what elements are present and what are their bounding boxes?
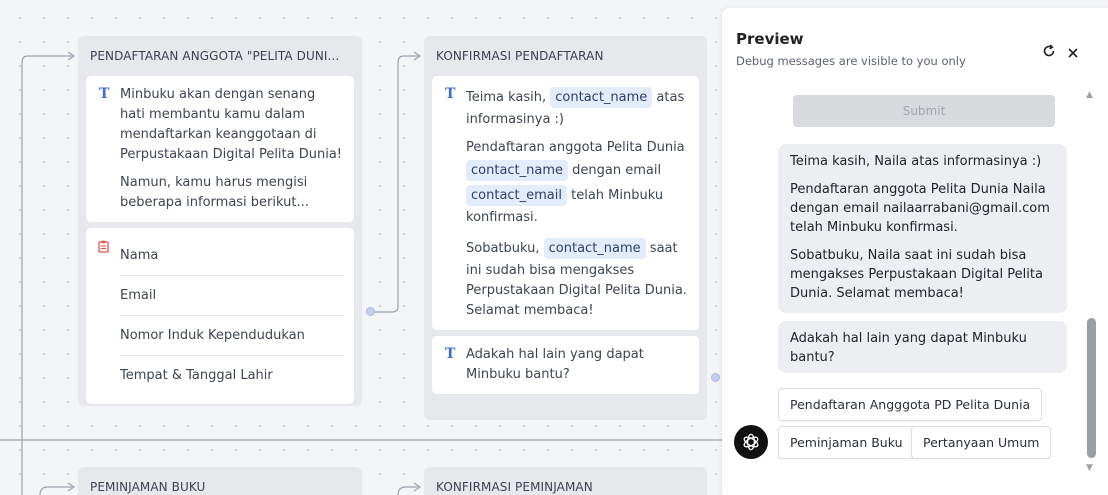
form-icon	[98, 239, 109, 259]
scroll-up-icon[interactable]: ▲	[1086, 90, 1093, 100]
variable-chip: contact_name	[543, 238, 646, 259]
form-field-ttl[interactable]: Tempat & Tanggal Lahir	[120, 356, 344, 396]
close-icon[interactable]	[1067, 44, 1079, 63]
bot-message-bubble: Adakah hal lain yang dapat Minbuku bantu…	[778, 321, 1067, 373]
flow-node-pendaftaran-anggota[interactable]: PENDAFTARAN ANGGOTA "PELITA DUNI... T Mi…	[78, 36, 362, 406]
message-text: Sobatbuku, Naila saat ini sudah bisa men…	[790, 248, 1043, 301]
flow-node-peminjaman-buku[interactable]: PEMINJAMAN BUKU	[78, 467, 362, 495]
flow-node-konfirmasi-pendaftaran[interactable]: KONFIRMASI PENDAFTARAN T Teima kasih, co…	[424, 36, 707, 420]
bot-message-bubble: Teima kasih, Naila atas informasinya :) …	[778, 144, 1067, 313]
node-title: KONFIRMASI PENDAFTARAN	[436, 49, 604, 63]
text-message-block[interactable]: T Adakah hal lain yang dapat Minbuku ban…	[432, 336, 699, 394]
form-field-email[interactable]: Email	[120, 276, 344, 316]
message-text: Adakah hal lain yang dapat Minbuku bantu…	[466, 347, 644, 382]
preview-panel: Preview Debug messages are visible to yo…	[722, 8, 1108, 495]
message-text: Adakah hal lain yang dapat Minbuku bantu…	[790, 331, 1027, 365]
message-text: Teima kasih, contact_name atas informasi…	[466, 85, 689, 130]
preview-subtitle: Debug messages are visible to you only	[736, 54, 966, 68]
node-title: PENDAFTARAN ANGGOTA "PELITA DUNI...	[90, 49, 340, 63]
text-block-icon: T	[99, 86, 110, 102]
variable-chip: contact_name	[466, 160, 569, 181]
text-message-block[interactable]: T Minbuku akan dengan senang hati memban…	[86, 76, 354, 222]
flow-node-konfirmasi-peminjaman[interactable]: KONFIRMASI PEMINJAMAN	[424, 467, 707, 495]
refresh-icon[interactable]	[1042, 44, 1056, 62]
scroll-down-icon[interactable]: ▼	[1086, 463, 1093, 473]
scrollbar-thumb[interactable]	[1087, 318, 1096, 458]
variable-chip: contact_email	[466, 185, 567, 206]
form-field-nama[interactable]: Nama	[120, 236, 344, 276]
output-port[interactable]	[711, 373, 720, 382]
preview-header: Preview Debug messages are visible to yo…	[722, 8, 1108, 83]
output-port[interactable]	[366, 307, 375, 316]
quick-reply-pertanyaan[interactable]: Pertanyaan Umum	[911, 426, 1052, 459]
preview-title: Preview	[736, 30, 804, 48]
node-title: KONFIRMASI PEMINJAMAN	[436, 480, 593, 494]
form-field-nik[interactable]: Nomor Induk Kependudukan	[120, 316, 344, 356]
message-text: Pendaftaran anggota Pelita Dunia Naila d…	[790, 182, 1050, 235]
variable-chip: contact_name	[550, 87, 653, 108]
message-text: Namun, kamu harus mengisi beberapa infor…	[120, 175, 309, 210]
bot-avatar-icon	[734, 425, 768, 459]
quick-reply-peminjaman[interactable]: Peminjaman Buku	[778, 426, 915, 459]
text-block-icon: T	[445, 86, 456, 102]
message-text: Teima kasih, Naila atas informasinya :)	[790, 154, 1042, 169]
text-message-block[interactable]: T Teima kasih, contact_name atas informa…	[432, 76, 699, 330]
text-block-icon: T	[445, 346, 456, 362]
form-block[interactable]: Nama Email Nomor Induk Kependudukan Temp…	[86, 228, 354, 404]
chat-scrollbar[interactable]: ▲ ▼	[1084, 85, 1098, 479]
quick-reply-pendaftaran[interactable]: Pendaftaran Angggota PD Pelita Dunia	[778, 388, 1043, 421]
node-title: PEMINJAMAN BUKU	[90, 480, 206, 494]
message-text: Pendaftaran anggota Pelita Dunia contact…	[466, 140, 685, 225]
submit-button[interactable]: Submit	[793, 95, 1055, 127]
message-text: Sobatbuku, contact_name saat ini sudah b…	[466, 236, 689, 321]
message-text: Minbuku akan dengan senang hati membantu…	[120, 87, 343, 162]
